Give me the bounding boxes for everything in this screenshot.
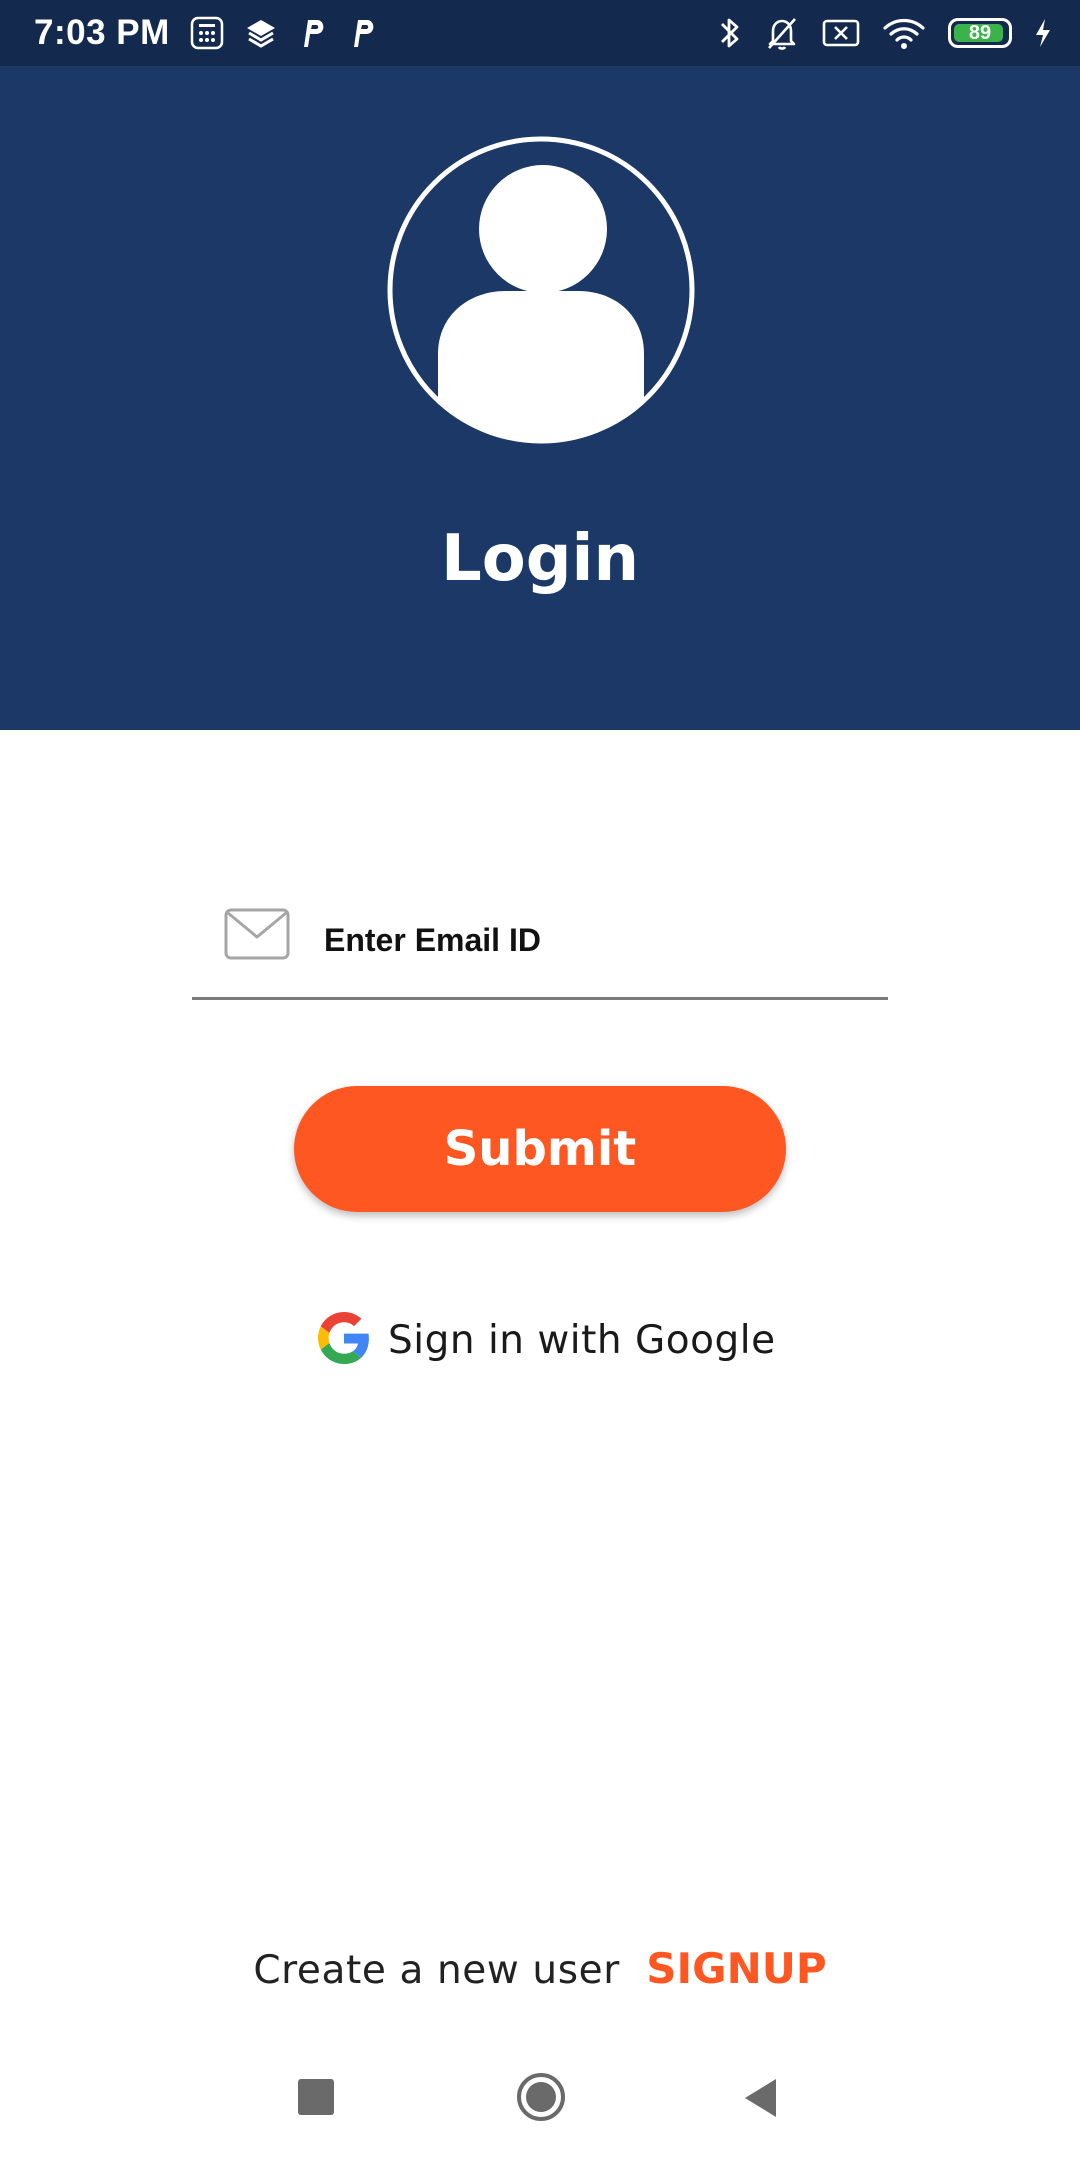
navigation-bar [0,2060,1080,2160]
page-title: Login [440,522,640,596]
status-bar: 7:03 PM 89 [0,0,1080,66]
back-icon[interactable] [742,2076,778,2125]
battery-level: 89 [968,21,992,44]
sim-x-icon [822,18,860,48]
google-signin-button[interactable]: Sign in with Google [318,1308,776,1372]
signup-link[interactable]: SIGNUP [646,1944,826,1993]
signup-row: Create a new user SIGNUP [0,1944,1080,1993]
parking-p-icon [298,16,328,50]
submit-button[interactable]: Submit [294,1086,786,1212]
bluetooth-icon [718,15,742,51]
email-input[interactable] [324,908,864,972]
status-left-icons [190,16,378,50]
parking-p-icon [348,16,378,50]
user-avatar-icon [386,132,696,448]
login-header: Login [0,66,1080,730]
email-field[interactable] [192,890,888,1000]
mail-icon [224,908,290,965]
google-signin-label: Sign in with Google [388,1317,776,1363]
layers-icon [244,16,278,50]
status-right-icons: 89 [718,15,1052,51]
wifi-icon [882,16,926,50]
recent-apps-icon[interactable] [298,2079,334,2115]
battery-icon: 89 [948,18,1012,48]
signup-prompt: Create a new user [253,1948,620,1993]
status-time: 7:03 PM [34,13,170,52]
charging-bolt-icon [1034,18,1052,48]
calculator-icon [190,16,224,50]
bell-off-icon [764,15,800,51]
google-logo-icon [318,1311,370,1369]
home-icon[interactable] [515,2071,567,2128]
